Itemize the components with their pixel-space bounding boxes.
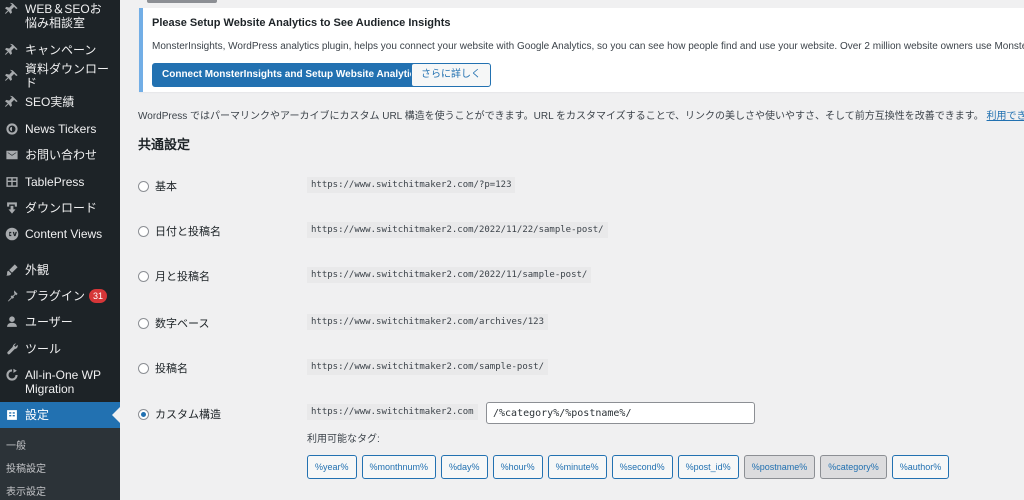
- radio-month-name[interactable]: [138, 270, 149, 282]
- radio-numeric[interactable]: [138, 317, 149, 329]
- tag-postname-button[interactable]: %postname%: [743, 455, 816, 479]
- settings-submenu: 一般 投稿設定 表示設定: [0, 428, 120, 500]
- sidebar-item-download[interactable]: ダウンロード: [0, 200, 120, 216]
- radio-plain[interactable]: [138, 180, 149, 192]
- brush-icon: [5, 263, 19, 277]
- screen-options-tab[interactable]: [147, 0, 217, 3]
- sidebar-item-label: キャンペーン: [25, 43, 97, 57]
- sidebar-item-campaign[interactable]: キャンペーン: [0, 42, 120, 58]
- sidebar-item-label: 資料ダウンロード: [25, 62, 110, 90]
- option-label: 数字ベース: [155, 318, 210, 330]
- sidebar-item-label: TablePress: [25, 175, 85, 189]
- pin-icon: [5, 69, 19, 83]
- url-example-day-name: https://www.switchitmaker2.com/2022/11/2…: [307, 222, 608, 238]
- submenu-item-writing[interactable]: 投稿設定: [6, 460, 46, 475]
- option-label: 月と投稿名: [155, 271, 210, 283]
- ticker-icon: [5, 122, 19, 136]
- tag-day-button[interactable]: %day%: [441, 455, 488, 479]
- plugin-icon: [5, 289, 19, 303]
- tag-year-button[interactable]: %year%: [307, 455, 357, 479]
- sidebar-item-label: ダウンロード: [25, 201, 98, 215]
- sidebar-item-label: SEO実績: [25, 95, 75, 109]
- custom-structure-input[interactable]: [486, 402, 755, 424]
- pin-icon: [5, 95, 19, 109]
- available-tags: %year% %monthnum% %day% %hour% %minute% …: [307, 455, 950, 479]
- option-label: 投稿名: [155, 363, 188, 375]
- option-post-name[interactable]: 投稿名: [138, 360, 188, 376]
- connect-monsterinsights-button[interactable]: Connect MonsterInsights and Setup Websit…: [152, 63, 431, 87]
- sidebar-item-users[interactable]: ユーザー: [0, 314, 120, 330]
- analytics-notice: Please Setup Website Analytics to See Au…: [139, 8, 1024, 92]
- plugin-update-badge: 31: [89, 289, 108, 303]
- sidebar-item-label: ツール: [25, 342, 62, 356]
- sidebar-item-plugins[interactable]: プラグイン 31: [0, 288, 120, 304]
- tag-author-button[interactable]: %author%: [891, 455, 950, 479]
- sidebar-item-settings[interactable]: 設定: [0, 402, 120, 428]
- pin-icon: [5, 43, 19, 57]
- tag-hour-button[interactable]: %hour%: [492, 455, 543, 479]
- option-numeric[interactable]: 数字ベース: [138, 315, 209, 331]
- learn-more-button[interactable]: さらに詳しく: [411, 63, 491, 87]
- tag-second-button[interactable]: %second%: [611, 455, 673, 479]
- sidebar-item-label: 設定: [25, 408, 50, 422]
- option-plain[interactable]: 基本: [138, 178, 177, 194]
- settings-icon: [5, 408, 19, 422]
- sidebar-item-label: プラグイン: [25, 289, 86, 303]
- mail-icon: [5, 148, 19, 162]
- sidebar-item-label: Content Views: [25, 227, 103, 241]
- tag-category-button[interactable]: %category%: [820, 455, 887, 479]
- available-tags-label: 利用可能なタグ:: [307, 434, 380, 445]
- option-day-name[interactable]: 日付と投稿名: [138, 223, 221, 239]
- tag-post-id-button[interactable]: %post_id%: [677, 455, 739, 479]
- sidebar-item-label: ユーザー: [25, 315, 73, 329]
- option-custom-structure[interactable]: カスタム構造: [138, 406, 221, 422]
- sidebar-item-web-seo[interactable]: WEB＆SEOお悩み相談室: [0, 2, 120, 32]
- sidebar-item-label: All-in-One WP Migration: [25, 368, 101, 396]
- sidebar-item-label: News Tickers: [25, 122, 97, 136]
- migration-icon: [5, 368, 19, 382]
- sidebar-item-tools[interactable]: ツール: [0, 341, 120, 357]
- intro-text: WordPress ではパーマリンクやアーカイブにカスタム URL 構造を使うこ…: [138, 111, 984, 122]
- submenu-item-general[interactable]: 一般: [6, 437, 26, 452]
- sidebar-item-downloads-doc[interactable]: 資料ダウンロード: [0, 62, 120, 90]
- wrench-icon: [5, 342, 19, 356]
- available-tags-link[interactable]: 利用でき: [987, 111, 1024, 122]
- download-icon: [5, 201, 19, 215]
- option-label: 基本: [155, 181, 177, 193]
- url-example-post-name: https://www.switchitmaker2.com/sample-po…: [307, 359, 548, 375]
- notice-description: MonsterInsights, WordPress analytics plu…: [152, 41, 1024, 52]
- table-icon: [5, 175, 19, 189]
- sidebar-item-all-in-one-wp-migration[interactable]: All-in-One WP Migration: [0, 368, 120, 398]
- url-example-plain: https://www.switchitmaker2.com/?p=123: [307, 177, 516, 193]
- cv-icon: [5, 227, 19, 241]
- sidebar-item-appearance[interactable]: 外観: [0, 262, 120, 278]
- admin-sidebar: WEB＆SEOお悩み相談室 キャンペーン 資料ダウンロード SEO実績 News…: [0, 0, 120, 500]
- tag-monthnum-button[interactable]: %monthnum%: [361, 455, 437, 479]
- sidebar-item-label: WEB＆SEOお悩み相談室: [25, 2, 102, 30]
- radio-post-name[interactable]: [138, 362, 149, 374]
- submenu-item-reading[interactable]: 表示設定: [6, 483, 46, 498]
- sidebar-item-news-tickers[interactable]: News Tickers: [0, 121, 120, 137]
- sidebar-item-label: お問い合わせ: [25, 148, 98, 162]
- option-month-name[interactable]: 月と投稿名: [138, 268, 210, 284]
- sidebar-item-seo-results[interactable]: SEO実績: [0, 94, 120, 110]
- sidebar-item-tablepress[interactable]: TablePress: [0, 174, 120, 190]
- tag-minute-button[interactable]: %minute%: [547, 455, 607, 479]
- option-label: 日付と投稿名: [155, 226, 221, 238]
- sidebar-item-label: 外観: [25, 263, 50, 277]
- option-label: カスタム構造: [155, 409, 221, 421]
- permalink-intro: WordPress ではパーマリンクやアーカイブにカスタム URL 構造を使うこ…: [138, 107, 1024, 122]
- sidebar-item-content-views[interactable]: Content Views: [0, 226, 120, 242]
- url-example-numeric: https://www.switchitmaker2.com/archives/…: [307, 314, 548, 330]
- url-example-month-name: https://www.switchitmaker2.com/2022/11/s…: [307, 267, 592, 283]
- pin-icon: [5, 2, 19, 16]
- user-icon: [5, 315, 19, 329]
- radio-day-name[interactable]: [138, 225, 149, 237]
- common-settings-title: 共通設定: [138, 137, 191, 152]
- radio-custom-structure[interactable]: [138, 408, 149, 420]
- notice-title: Please Setup Website Analytics to See Au…: [152, 17, 451, 29]
- url-prefix-custom: https://www.switchitmaker2.com: [307, 404, 478, 420]
- sidebar-item-contact[interactable]: お問い合わせ: [0, 147, 120, 163]
